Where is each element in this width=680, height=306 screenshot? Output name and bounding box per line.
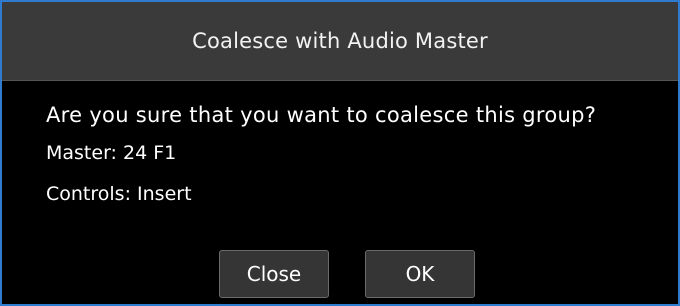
- dialog-titlebar: Coalesce with Audio Master: [2, 2, 678, 81]
- controls-info: Controls: Insert: [46, 183, 192, 205]
- ok-button[interactable]: OK: [365, 250, 475, 298]
- coalesce-dialog: Coalesce with Audio Master Are you sure …: [0, 0, 680, 306]
- dialog-button-row: Close OK: [2, 250, 678, 298]
- close-button[interactable]: Close: [219, 250, 329, 298]
- confirmation-question: Are you sure that you want to coalesce t…: [46, 103, 597, 127]
- dialog-body: Are you sure that you want to coalesce t…: [46, 100, 666, 209]
- master-info: Master: 24 F1: [46, 142, 177, 164]
- dialog-title: Coalesce with Audio Master: [192, 29, 488, 53]
